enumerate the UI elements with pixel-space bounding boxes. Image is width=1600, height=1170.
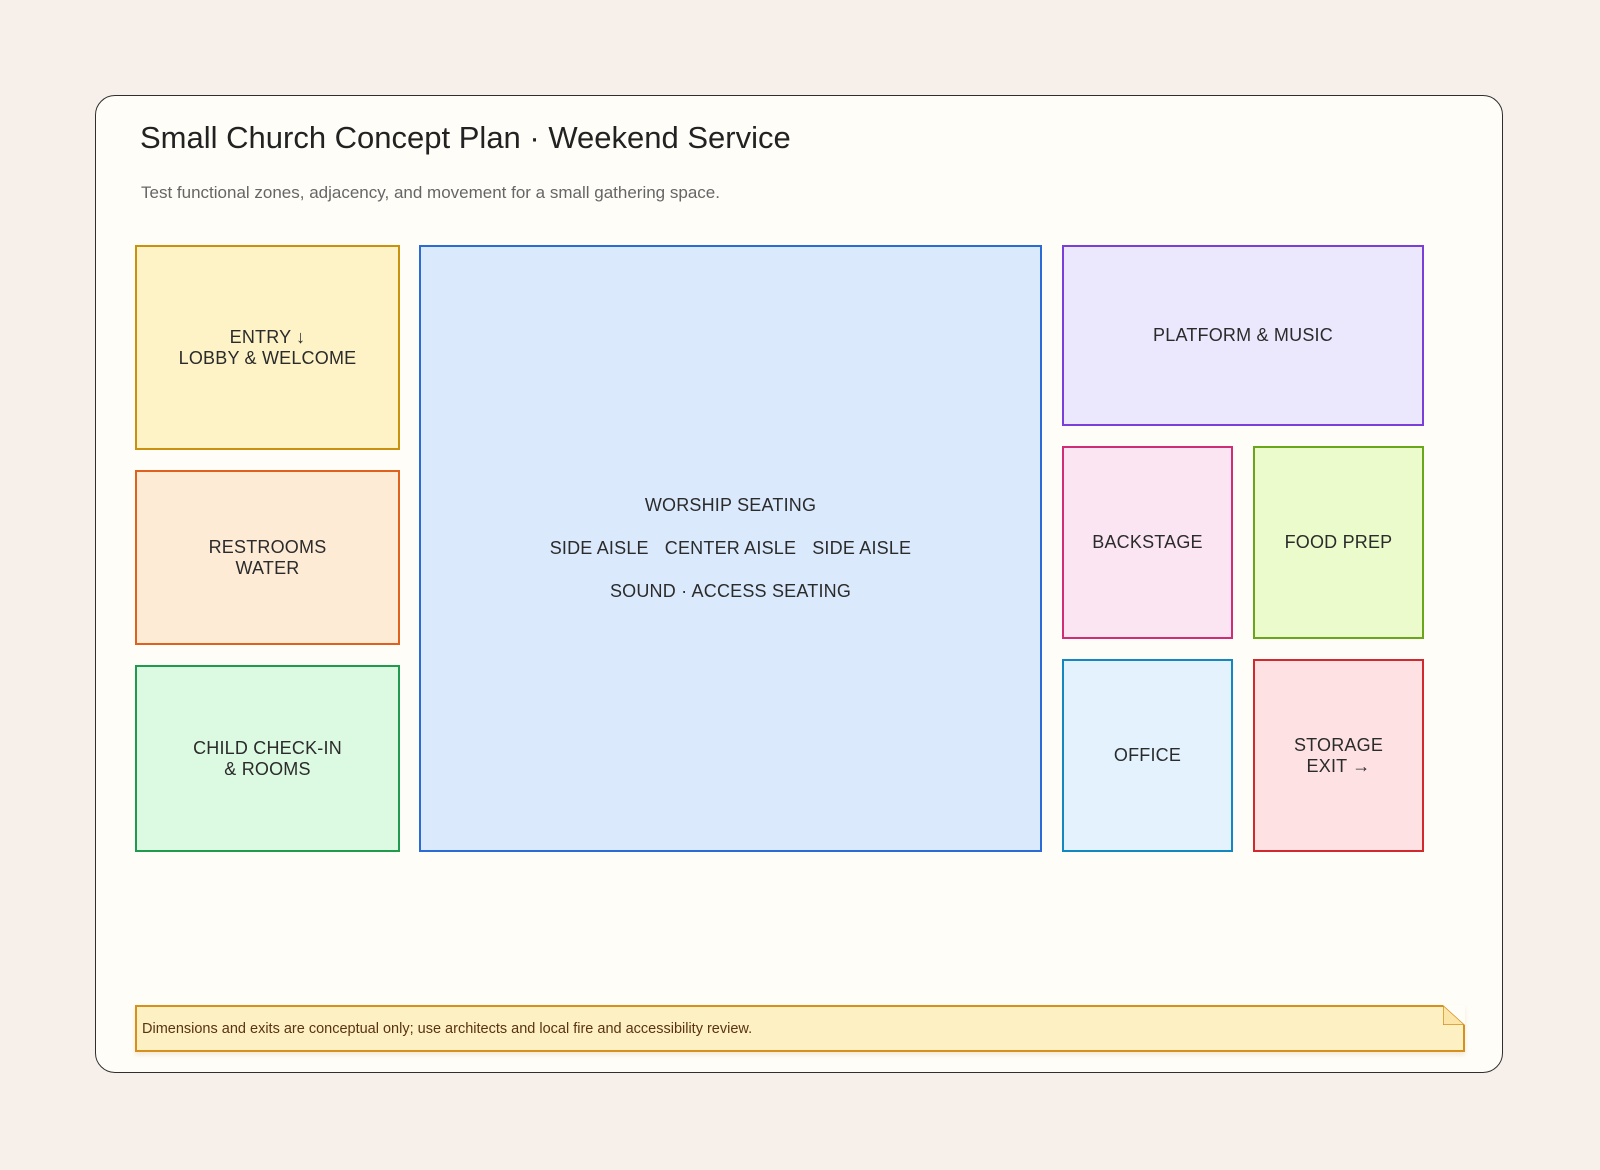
page-subtitle: Test functional zones, adjacency, and mo… — [141, 183, 720, 202]
folded-corner-icon — [1443, 1005, 1465, 1025]
zone-label: BACKSTAGE — [1092, 532, 1203, 552]
zone-label: & ROOMS — [224, 758, 311, 779]
worship-heading: WORSHIP SEATING — [644, 495, 817, 515]
zone-label: FOOD PREP — [1284, 532, 1393, 552]
zone-backstage: BACKSTAGE — [1062, 446, 1233, 639]
zone-platform-music: PLATFORM & MUSIC — [1062, 245, 1424, 426]
zone-worship-seating: WORSHIP SEATING SIDE AISLE CENTER AISLE … — [419, 245, 1042, 852]
disclaimer-note: Dimensions and exits are conceptual only… — [135, 1005, 1465, 1052]
disclaimer-text: Dimensions and exits are conceptual only… — [142, 1020, 753, 1037]
page-title: Small Church Concept Plan · Weekend Serv… — [140, 120, 791, 155]
zone-label: PLATFORM & MUSIC — [1153, 325, 1333, 345]
zone-label: LOBBY & WELCOME — [178, 347, 357, 368]
center-aisle-label: CENTER AISLE — [664, 538, 797, 558]
aisle-labels: SIDE AISLE CENTER AISLE SIDE AISLE — [550, 538, 912, 559]
side-aisle-right-label: SIDE AISLE — [812, 538, 912, 558]
zone-restrooms: RESTROOMS WATER — [135, 470, 400, 645]
zone-office: OFFICE — [1062, 659, 1233, 852]
zone-child-checkin: CHILD CHECK-IN & ROOMS — [135, 665, 400, 852]
zone-label: WATER — [235, 557, 300, 578]
zone-label: OFFICE — [1113, 745, 1182, 765]
zone-storage-exit: STORAGE EXIT → — [1253, 659, 1424, 852]
zone-label: CHILD CHECK-IN — [193, 737, 342, 758]
worship-footer: SOUND · ACCESS SEATING — [609, 581, 852, 601]
zone-label: RESTROOMS — [208, 536, 327, 557]
zone-entry-lobby: ENTRY ↓ LOBBY & WELCOME — [135, 245, 400, 450]
zone-food-prep: FOOD PREP — [1253, 446, 1424, 639]
zone-label: EXIT → — [1306, 755, 1371, 776]
zone-label: STORAGE — [1293, 734, 1384, 755]
side-aisle-left-label: SIDE AISLE — [549, 538, 649, 558]
zone-label: ENTRY ↓ — [229, 326, 306, 347]
